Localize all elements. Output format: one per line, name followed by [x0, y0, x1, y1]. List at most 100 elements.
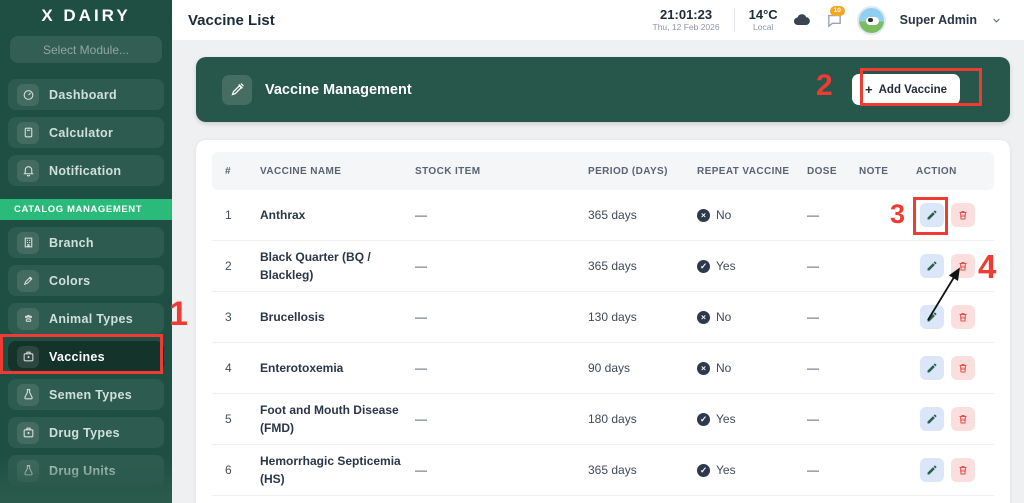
repeat-mark-icon: × [697, 208, 710, 222]
col-header-note: NOTE [859, 165, 889, 177]
add-vaccine-button[interactable]: + Add Vaccine [852, 74, 960, 105]
repeat-vaccine-value: ✓ Yes [697, 412, 807, 426]
weather-temperature: 14°C [748, 6, 778, 22]
bell-icon [17, 159, 39, 182]
avatar[interactable] [856, 5, 886, 35]
period-value: 180 days [588, 412, 637, 426]
edit-button[interactable] [920, 407, 944, 431]
stock-item-value: — [415, 412, 427, 426]
user-name: Super Admin [899, 13, 977, 27]
table-row: 6 Hemorrhagic Septicemia (HS) — 365 days… [212, 445, 994, 496]
divider [733, 8, 735, 32]
clock-date: Thu, 12 Feb 2026 [652, 21, 720, 32]
sidebar-item-semen-types[interactable]: Semen Types [8, 379, 164, 410]
delete-button[interactable] [951, 305, 975, 329]
repeat-vaccine-value: ✓ Yes [697, 259, 807, 273]
section-label: CATALOG MANAGEMENT [14, 204, 143, 215]
building-icon [17, 231, 39, 254]
dose-value: — [807, 463, 819, 477]
delete-button[interactable] [951, 356, 975, 380]
edit-button[interactable] [920, 203, 944, 227]
period-value: 365 days [588, 208, 637, 222]
banner-title: Vaccine Management [265, 81, 412, 98]
sidebar-item-calculator[interactable]: Calculator [8, 117, 164, 148]
repeat-label: Yes [716, 463, 736, 477]
table-row: 4 Enterotoxemia — 90 days × No — [212, 343, 994, 394]
row-actions [916, 254, 994, 278]
dose-value: — [807, 208, 819, 222]
stock-item-value: — [415, 463, 427, 477]
sidebar-nav-catalog: Branch Colors Animal Types Vaccines Semen Ty… [0, 227, 172, 486]
col-header-vaccine-name: VACCINE NAME [260, 165, 342, 177]
period-value: 365 days [588, 463, 637, 477]
delete-button[interactable] [951, 458, 975, 482]
table-row: 3 Brucellosis — 130 days × No — [212, 292, 994, 343]
period-value: 90 days [588, 361, 631, 375]
row-actions [916, 305, 994, 329]
delete-button[interactable] [951, 203, 975, 227]
sidebar-item-label: Semen Types [49, 387, 132, 402]
edit-button[interactable] [920, 458, 944, 482]
sidebar-item-colors[interactable]: Colors [8, 265, 164, 296]
sidebar-nav-top: Dashboard Calculator Notification [0, 79, 172, 186]
row-actions [916, 356, 994, 380]
row-index: 1 [225, 208, 232, 222]
notification-badge: 10 [829, 5, 845, 16]
delete-button[interactable] [951, 254, 975, 278]
delete-button[interactable] [951, 407, 975, 431]
stock-item-value: — [415, 259, 427, 273]
repeat-label: Yes [716, 259, 736, 273]
edit-button[interactable] [920, 356, 944, 380]
sidebar-item-drug-units[interactable]: Drug Units [8, 455, 164, 486]
sidebar-item-vaccines[interactable]: Vaccines [8, 341, 164, 372]
sidebar-item-branch[interactable]: Branch [8, 227, 164, 258]
paw-icon [17, 307, 39, 330]
repeat-label: No [716, 310, 732, 324]
page-title: Vaccine List [188, 11, 275, 29]
repeat-mark-icon: × [697, 310, 710, 324]
repeat-mark-icon: ✓ [697, 259, 710, 273]
repeat-mark-icon: ✓ [697, 412, 710, 426]
sidebar-item-label: Vaccines [49, 349, 105, 364]
sidebar-item-label: Calculator [49, 125, 114, 140]
col-header-action: ACTION [916, 165, 957, 177]
module-select[interactable]: Select Module... [10, 36, 162, 63]
period-value: 130 days [588, 310, 637, 324]
edit-button[interactable] [920, 254, 944, 278]
app-logo: X DAIRY [41, 6, 131, 25]
clock: 21:01:23 Thu, 12 Feb 2026 [652, 7, 720, 33]
vaccine-name: Enterotoxemia [260, 361, 344, 375]
notifications-icon[interactable]: 10 [826, 5, 845, 29]
sidebar-item-dashboard[interactable]: Dashboard [8, 79, 164, 110]
sidebar-item-drug-types[interactable]: Drug Types [8, 417, 164, 448]
calculator-icon [17, 121, 39, 144]
repeat-label: Yes [716, 412, 736, 426]
vaccine-icon [17, 345, 39, 368]
repeat-vaccine-value: × No [697, 208, 807, 222]
vaccine-name: Hemorrhagic Septicemia (HS) [260, 454, 401, 486]
edit-button[interactable] [920, 305, 944, 329]
col-header-stock-item: STOCK ITEM [415, 165, 481, 177]
sidebar-item-label: Notification [49, 163, 122, 178]
sidebar-item-notification[interactable]: Notification [8, 155, 164, 186]
add-vaccine-label: Add Vaccine [878, 83, 947, 96]
repeat-vaccine-value: × No [697, 361, 807, 375]
sidebar-item-label: Drug Types [49, 425, 120, 440]
weather-location-label: Local [752, 21, 774, 32]
plus-icon: + [865, 82, 873, 97]
sidebar-item-animal-types[interactable]: Animal Types [8, 303, 164, 334]
dose-value: — [807, 259, 819, 273]
row-index: 6 [225, 463, 232, 477]
medkit-icon [17, 421, 39, 444]
row-index: 3 [225, 310, 232, 324]
row-index: 4 [225, 361, 232, 375]
repeat-vaccine-value: × No [697, 310, 807, 324]
table-row: 5 Foot and Mouth Disease (FMD) — 180 day… [212, 394, 994, 445]
table-row: 1 Anthrax — 365 days × No — [212, 190, 994, 241]
repeat-label: No [716, 208, 732, 222]
repeat-mark-icon: × [697, 361, 710, 375]
table-header-row: # VACCINE NAME STOCK ITEM PERIOD (DAYS) … [212, 152, 994, 190]
repeat-label: No [716, 361, 732, 375]
chevron-down-icon[interactable] [991, 15, 1002, 26]
repeat-vaccine-value: ✓ Yes [697, 463, 807, 477]
